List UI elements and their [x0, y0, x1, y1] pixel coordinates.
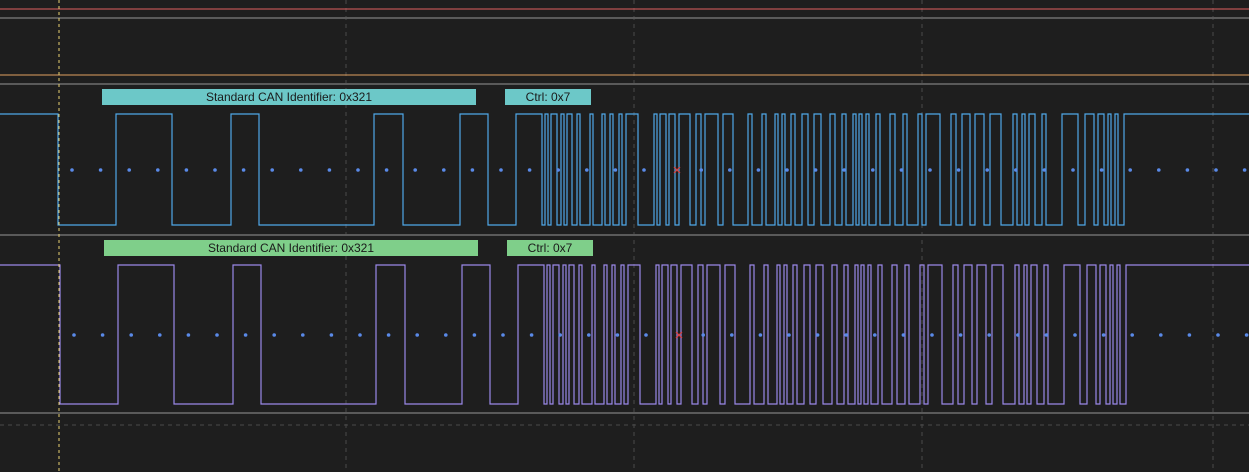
can-identifier-label-ch2[interactable]: Standard CAN Identifier: 0x321 — [104, 240, 478, 256]
dot-icon — [1159, 333, 1163, 337]
dot-icon — [186, 333, 191, 337]
dot-icon — [442, 168, 446, 172]
dot-icon — [585, 168, 589, 172]
dot-icon — [413, 168, 418, 172]
dot-icon — [1244, 333, 1249, 337]
dot-icon — [243, 333, 248, 337]
dot-icon — [129, 333, 133, 337]
dot-icon — [1187, 333, 1192, 337]
dot-icon — [785, 168, 789, 172]
dot-icon — [756, 168, 761, 172]
dot-icon — [873, 333, 877, 337]
dot-icon — [1214, 168, 1218, 172]
can-ctrl-label-ch1[interactable]: Ctrl: 0x7 — [505, 89, 591, 105]
dot-icon — [701, 333, 705, 337]
dot-icon — [558, 333, 562, 337]
dot-icon — [98, 168, 103, 172]
dot-icon — [758, 333, 763, 337]
dot-icon — [270, 168, 275, 172]
dot-icon — [386, 333, 391, 337]
dot-icon — [556, 168, 560, 172]
dot-icon — [928, 168, 932, 172]
dot-icon — [444, 333, 448, 337]
dot-icon — [1185, 168, 1190, 172]
dot-icon — [100, 333, 105, 337]
can-ctrl-label-ch2[interactable]: Ctrl: 0x7 — [507, 240, 593, 256]
can-channel-2-waveform[interactable] — [0, 264, 1249, 405]
waveform-viewer[interactable] — [0, 0, 1249, 472]
dot-icon — [470, 168, 475, 172]
dot-icon — [899, 168, 904, 172]
can-identifier-label-ch1[interactable]: Standard CAN Identifier: 0x321 — [102, 89, 476, 105]
dot-icon — [1073, 333, 1077, 337]
dot-icon — [501, 333, 505, 337]
dot-icon — [272, 333, 277, 337]
dot-icon — [901, 333, 906, 337]
dot-icon — [644, 333, 648, 337]
dot-icon — [699, 168, 703, 172]
dot-icon — [356, 168, 360, 172]
dot-icon — [1099, 168, 1104, 172]
dot-icon — [728, 168, 732, 172]
dot-icon — [1242, 168, 1247, 172]
dot-icon — [987, 333, 991, 337]
dot-icon — [499, 168, 503, 172]
dot-icon — [384, 168, 389, 172]
dot-icon — [642, 168, 646, 172]
dot-icon — [813, 168, 818, 172]
dot-icon — [871, 168, 875, 172]
dot-icon — [70, 168, 74, 172]
dot-icon — [1128, 168, 1132, 172]
dot-icon — [156, 168, 160, 172]
dot-icon — [329, 333, 334, 337]
dot-icon — [1071, 168, 1075, 172]
dot-icon — [815, 333, 820, 337]
dot-icon — [844, 333, 848, 337]
dot-icon — [301, 333, 305, 337]
dot-icon — [527, 168, 532, 172]
dot-icon — [587, 333, 591, 337]
dot-icon — [472, 333, 477, 337]
dot-icon — [213, 168, 217, 172]
dot-icon — [1042, 168, 1047, 172]
dot-icon — [842, 168, 846, 172]
dot-icon — [529, 333, 534, 337]
dot-icon — [615, 333, 620, 337]
can-channel-1-waveform[interactable] — [0, 113, 1249, 226]
dot-icon — [613, 168, 618, 172]
dot-icon — [1014, 168, 1018, 172]
dot-icon — [72, 333, 76, 337]
dot-icon — [184, 168, 189, 172]
dot-icon — [127, 168, 131, 172]
dot-icon — [956, 168, 961, 172]
dot-icon — [787, 333, 791, 337]
dot-icon — [1044, 333, 1049, 337]
dot-icon — [358, 333, 362, 337]
dot-icon — [930, 333, 934, 337]
sample-points — [72, 333, 1249, 337]
dot-icon — [215, 333, 219, 337]
dot-icon — [299, 168, 303, 172]
dot-icon — [958, 333, 963, 337]
dot-icon — [985, 168, 989, 172]
dot-icon — [241, 168, 246, 172]
dot-icon — [158, 333, 162, 337]
dot-icon — [1216, 333, 1220, 337]
dot-icon — [1130, 333, 1134, 337]
dot-icon — [1016, 333, 1020, 337]
dot-icon — [730, 333, 734, 337]
dot-icon — [327, 168, 332, 172]
dot-icon — [415, 333, 420, 337]
dot-icon — [1157, 168, 1161, 172]
dot-icon — [1101, 333, 1106, 337]
